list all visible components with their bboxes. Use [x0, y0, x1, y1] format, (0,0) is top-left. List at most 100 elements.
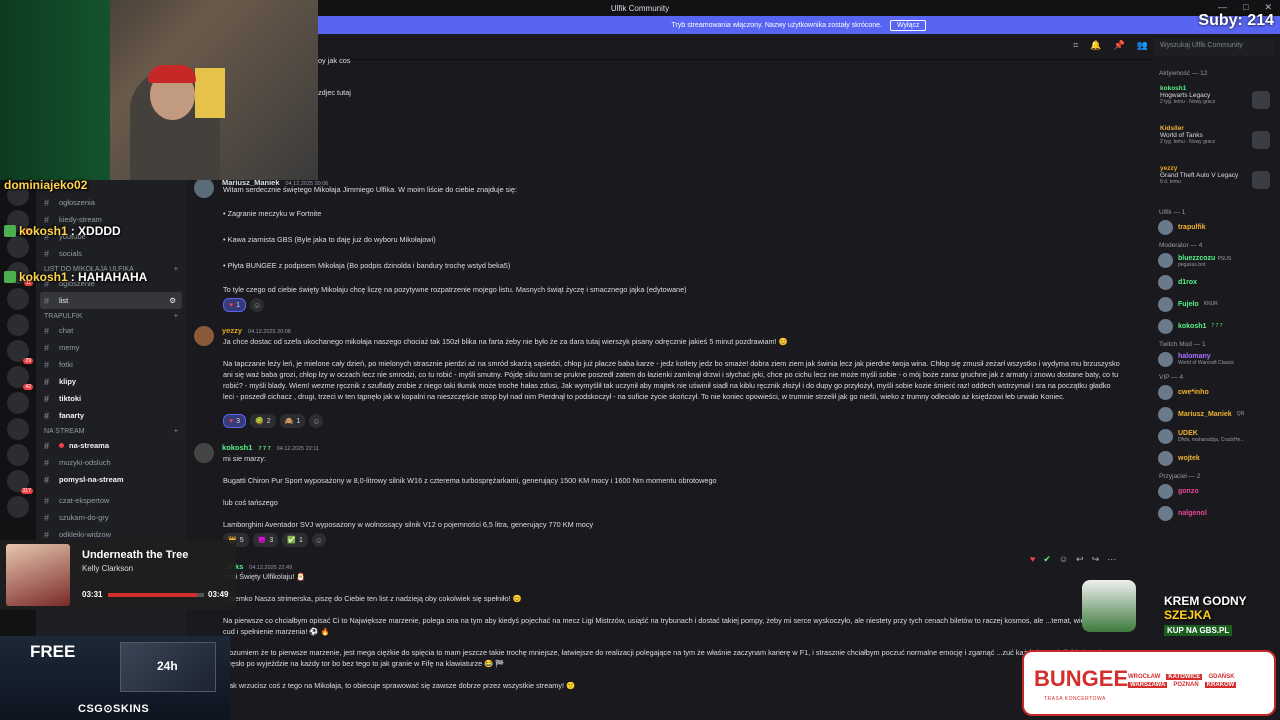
- channel-item[interactable]: # fotki: [36, 356, 186, 373]
- chat-badge-icon: [4, 225, 16, 237]
- server-icon[interactable]: [7, 418, 29, 440]
- server-icon[interactable]: [7, 288, 29, 310]
- member-item[interactable]: nalgenol: [1148, 502, 1280, 524]
- role-header: Przyjaciel — 2: [1159, 473, 1201, 480]
- channel-item[interactable]: # chat: [36, 322, 186, 339]
- member-item[interactable]: wojtek: [1148, 447, 1280, 469]
- channel-item[interactable]: # szukam-do-gry: [36, 509, 186, 526]
- message-text: Lamborghini Aventador SVJ wyposażony w w…: [223, 520, 594, 529]
- member-item[interactable]: Fujelo KNUR: [1148, 293, 1280, 315]
- disable-streamer-mode-button[interactable]: Wyłącz: [889, 19, 927, 31]
- activity-card[interactable]: Kidsller World of Tanks 2 tyg. temu · No…: [1154, 125, 1274, 163]
- forward-icon[interactable]: ↪: [1092, 554, 1100, 565]
- member-item[interactable]: trapulfik: [1148, 216, 1280, 238]
- member-item[interactable]: kokosh1 7 7 7: [1148, 315, 1280, 337]
- hash-icon: #: [44, 410, 50, 421]
- avatar[interactable]: [194, 178, 214, 198]
- server-icon[interactable]: [7, 314, 29, 336]
- search-input[interactable]: Wyszukaj Ulfik Community: [1154, 38, 1274, 56]
- server-icon[interactable]: 42: [7, 366, 33, 390]
- more-icon[interactable]: ⋯: [1107, 554, 1116, 565]
- role-header: Twitch Mod — 1: [1159, 341, 1206, 348]
- webcam-overlay: [0, 0, 318, 180]
- avatar: [1158, 483, 1173, 499]
- song-title: Underneath the Tree: [82, 549, 189, 561]
- avatar: [1158, 505, 1173, 521]
- product-image: [1082, 580, 1136, 632]
- member-item[interactable]: d1rox: [1148, 271, 1280, 293]
- add-reaction-icon[interactable]: ☺: [250, 298, 265, 312]
- pin-icon[interactable]: 📌: [1114, 40, 1125, 51]
- channel-item[interactable]: # pomysl-na-stream: [36, 471, 186, 488]
- stream-chat-line: kokosh1: HAHAHAHA: [4, 270, 147, 284]
- server-icon[interactable]: [7, 444, 29, 466]
- reaction[interactable]: 🥝 2: [250, 414, 276, 428]
- message-text: lub coś tańszego: [223, 498, 278, 507]
- activity-card[interactable]: kokosh1 Hogwarts Legacy 2 tyg. temu · No…: [1154, 85, 1274, 123]
- member-list-icon[interactable]: 👥: [1137, 40, 1148, 51]
- reaction[interactable]: ♥ 3: [223, 414, 247, 428]
- window-title: Ulfik Community: [610, 3, 670, 13]
- channel-item[interactable]: # klipy: [36, 373, 186, 390]
- progress-fill: [108, 593, 198, 597]
- avatar: [1158, 274, 1173, 290]
- gta-v-icon: [1252, 171, 1270, 189]
- ad-free-text: FREE: [30, 642, 76, 661]
- reaction-check-icon[interactable]: ✔: [1043, 554, 1051, 565]
- author-name[interactable]: yezzy: [222, 326, 242, 335]
- add-reaction-icon[interactable]: ☺: [309, 414, 324, 428]
- channel-item[interactable]: # muzyki-odsluch: [36, 454, 186, 471]
- reaction[interactable]: ✅ 1: [282, 533, 308, 547]
- reaction[interactable]: 😈 3: [252, 533, 279, 547]
- reply-icon[interactable]: ↩: [1076, 554, 1084, 565]
- activity-card[interactable]: yezzy Grand Theft Auto V Legacy 8 d. tem…: [1154, 165, 1274, 203]
- member-item[interactable]: UDEK Dfvls, maharadzja, CrackHe...: [1148, 425, 1280, 447]
- reaction[interactable]: 🙈 1: [279, 414, 306, 428]
- message-text: Na pierwsze co chciałbym opisać Ci to Na…: [223, 616, 1116, 636]
- avatar[interactable]: [194, 326, 214, 346]
- hash-icon: #: [44, 359, 50, 370]
- channel-item[interactable]: # socials: [36, 245, 186, 262]
- author-name[interactable]: kokosh1: [222, 443, 252, 452]
- channel-item[interactable]: # na-streama: [36, 437, 186, 454]
- add-reaction-icon[interactable]: ☺: [311, 533, 326, 547]
- notification-bell-icon[interactable]: 🔔: [1090, 40, 1101, 51]
- channel-item[interactable]: # czat-ekspertow: [36, 492, 186, 509]
- server-icon[interactable]: [7, 392, 29, 414]
- channel-item[interactable]: # ogłoszenia: [36, 194, 186, 211]
- santa-hat: [148, 65, 196, 83]
- add-reaction-icon[interactable]: ☺: [1059, 554, 1068, 565]
- member-item[interactable]: Mariusz_Maniek QŃ: [1148, 403, 1280, 425]
- member-item[interactable]: gonzo: [1148, 480, 1280, 502]
- avatar: [1158, 296, 1173, 312]
- member-item[interactable]: halomany World of Warcraft Classic: [1148, 348, 1280, 370]
- member-item[interactable]: bluezzcozu PSUS pegasus.bot: [1148, 249, 1280, 271]
- server-icon[interactable]: [7, 236, 29, 258]
- reaction-heart-icon[interactable]: ♥: [1030, 554, 1035, 565]
- category-trapulfik[interactable]: TRAPULFIK +: [36, 309, 186, 322]
- live-dot-icon: [59, 443, 64, 448]
- cut-off-text: zdjec tutaj: [318, 88, 351, 97]
- hash-icon: #: [44, 393, 50, 404]
- cut-off-text: oy jak cos: [318, 56, 351, 65]
- channel-item[interactable]: # fanarty: [36, 407, 186, 424]
- channel-item[interactable]: # tiktoki: [36, 390, 186, 407]
- settings-icon[interactable]: ⚙: [169, 296, 176, 305]
- member-item[interactable]: cwe*inho: [1148, 381, 1280, 403]
- hash-icon: #: [44, 295, 50, 306]
- server-icon[interactable]: 29: [7, 340, 33, 364]
- hash-icon: #: [44, 325, 50, 336]
- avatar: [1158, 428, 1173, 444]
- channel-item[interactable]: # memy: [36, 339, 186, 356]
- server-icon[interactable]: 317: [7, 470, 33, 494]
- timestamp: 04.12.2025 22:11: [276, 446, 320, 452]
- threads-icon[interactable]: ⌗: [1073, 40, 1078, 51]
- category-na-stream[interactable]: NA STREAM +: [36, 424, 186, 437]
- hogwarts-legacy-icon: [1252, 91, 1270, 109]
- csgoskins-ad: FREE 24h CSG⊙SKINS: [0, 636, 230, 720]
- avatar[interactable]: [194, 443, 214, 463]
- server-icon[interactable]: [7, 496, 29, 518]
- channel-item-active[interactable]: # list ⚙: [40, 292, 182, 309]
- reaction-heart[interactable]: ♥ 1: [223, 298, 247, 312]
- ad-brand: CSG⊙SKINS: [78, 703, 150, 715]
